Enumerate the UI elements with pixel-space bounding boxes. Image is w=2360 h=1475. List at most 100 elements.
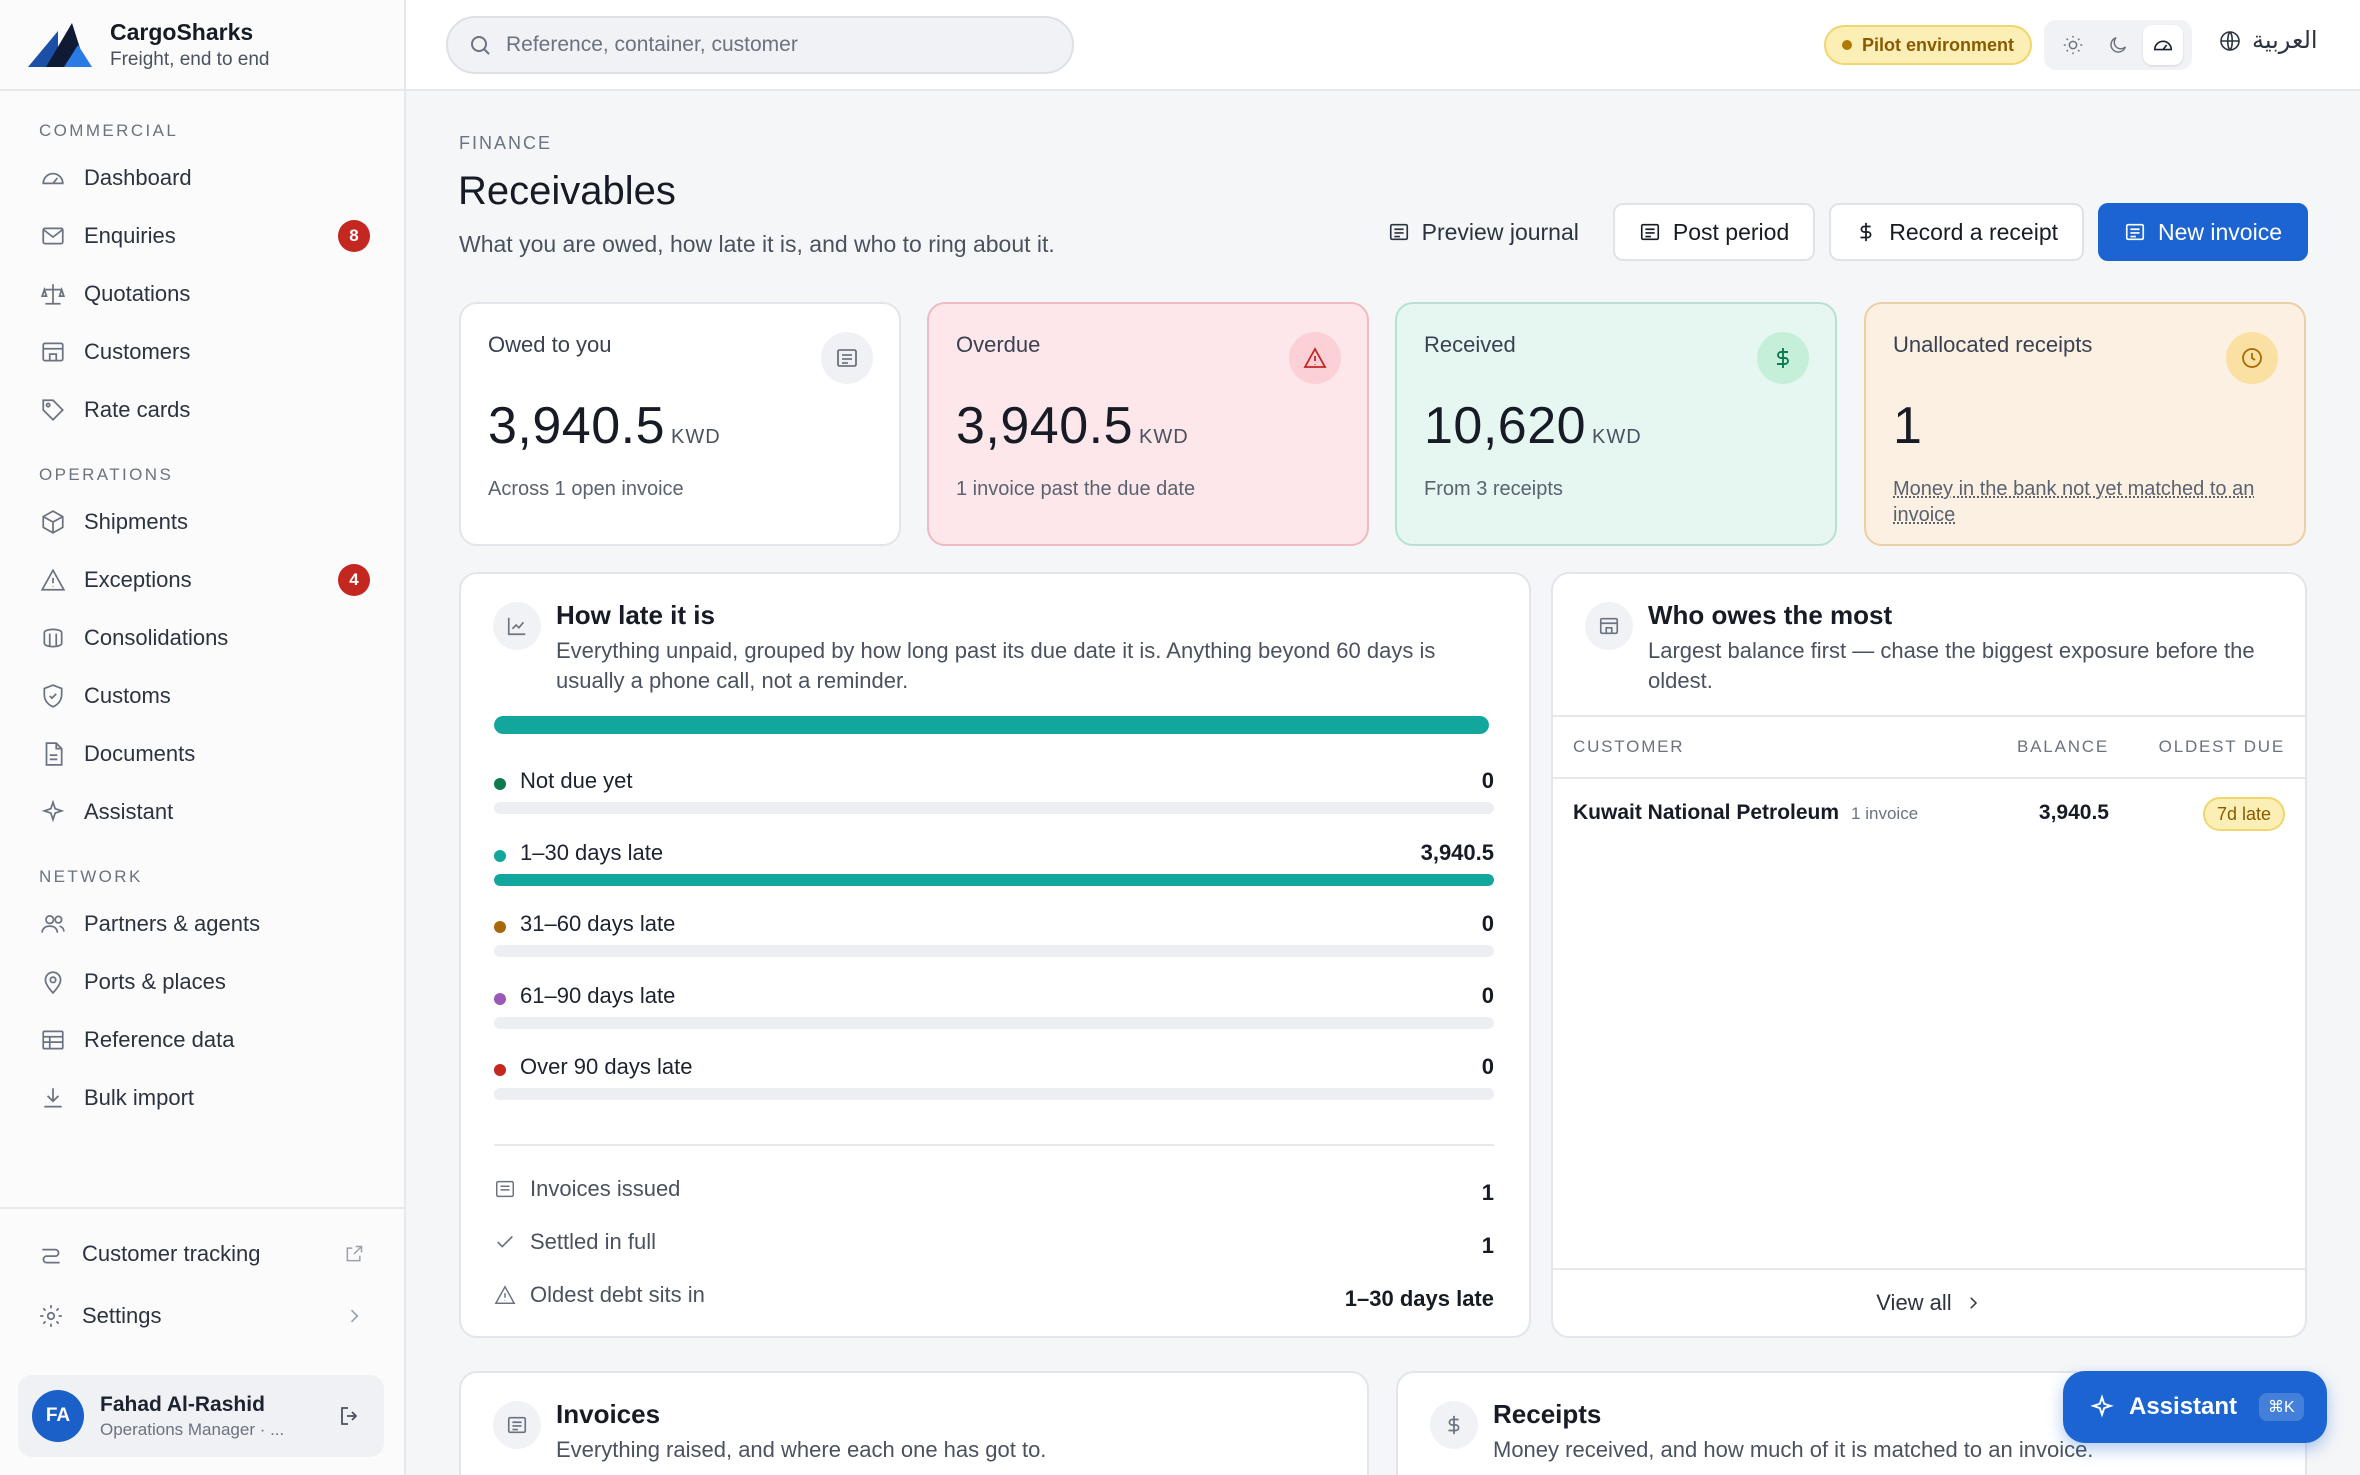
sidebar-item-settings[interactable]: Settings [0, 1285, 404, 1347]
brand[interactable]: CargoSharks Freight, end to end [0, 0, 404, 91]
language-label: العربية [2252, 27, 2318, 54]
kpi-label: Received [1424, 332, 1516, 357]
bucket-progress-track [494, 945, 1494, 957]
page-actions: Preview journal Post period Record a rec… [1354, 203, 2308, 261]
sidebar-item-label: Bulk import [84, 1085, 195, 1110]
download-icon [44, 1088, 62, 1108]
aging-bucket-row[interactable]: 1–30 days late 3,940.5 [494, 838, 1494, 898]
kpi-overdue-card[interactable]: Overdue 3,940.5 KWD 1 invoice past the du… [927, 302, 1369, 546]
button-label: Preview journal [1421, 218, 1579, 245]
aging-bucket-row[interactable]: Not due yet 0 [494, 766, 1494, 826]
light-theme-button[interactable] [2053, 25, 2093, 65]
dollar-icon [1448, 1415, 1460, 1435]
sidebar-item-label: Assistant [84, 799, 174, 824]
preview-journal-button[interactable]: Preview journal [1368, 203, 1599, 261]
customer-cell: Kuwait National Petroleum 1 invoice [1573, 801, 1919, 824]
bucket-progress-track [494, 802, 1494, 814]
table-header: CUSTOMER BALANCE OLDEST DUE [1553, 715, 2305, 779]
sidebar-item-rate-cards[interactable]: Rate cards [0, 381, 404, 439]
theme-switcher [2044, 20, 2192, 70]
bucket-label: 61–90 days late [520, 982, 676, 1008]
kpi-label: Unallocated receipts [1893, 332, 2093, 357]
stat-label: Settled in full [530, 1229, 656, 1254]
bucket-color-dot [494, 921, 506, 933]
kpi-unallocated-card[interactable]: Unallocated receipts 1 Money in the bank… [1864, 302, 2306, 546]
sidebar-item-customs[interactable]: Customs [0, 667, 404, 725]
bucket-label: 1–30 days late [520, 839, 664, 865]
bucket-progress-fill [494, 873, 1494, 886]
nav-section-network: NETWORK [39, 867, 143, 886]
post-period-button[interactable]: Post period [1612, 203, 1816, 261]
kpi-footnote-link[interactable]: Money in the bank not yet matched to an … [1893, 476, 2278, 528]
sidebar-item-assistant[interactable]: Assistant [0, 783, 404, 841]
chevron-right-icon [350, 1309, 359, 1323]
panel-icon-wrap [493, 602, 541, 650]
kpi-owed-card[interactable]: Owed to you 3,940.5 KWD Across 1 open inv… [459, 302, 901, 546]
aging-panel: How late it is Everything unpaid, groupe… [459, 572, 1531, 1338]
divider [494, 1144, 1494, 1146]
search-bar[interactable] [446, 16, 1074, 74]
kpi-received-card[interactable]: Received 10,620 KWD From 3 receipts [1395, 302, 1837, 546]
sparkle-icon [2090, 1394, 2114, 1418]
alert-triangle-icon [40, 568, 66, 591]
bucket-progress-track [494, 1088, 1494, 1100]
file-icon [45, 742, 63, 766]
sparkle-icon [41, 799, 65, 823]
sidebar-item-dashboard[interactable]: Dashboard [0, 149, 404, 207]
sidebar-item-quotations[interactable]: Quotations [0, 265, 404, 323]
users-icon [41, 915, 65, 933]
sidebar-item-label: Customs [84, 683, 171, 708]
search-icon [471, 36, 490, 55]
record-receipt-button[interactable]: Record a receipt [1829, 203, 2084, 261]
page-subtitle: What you are owed, how late it is, and w… [459, 231, 1055, 257]
sidebar-item-customer-tracking[interactable]: Customer tracking [0, 1223, 404, 1285]
view-all-label: View all [1876, 1290, 1952, 1315]
bucket-color-dot [494, 992, 506, 1005]
sidebar-item-shipments[interactable]: Shipments [0, 493, 404, 551]
aging-bucket-row[interactable]: Over 90 days late 0 [494, 1052, 1494, 1112]
search-input[interactable] [506, 33, 1026, 57]
language-switcher[interactable]: العربية [2218, 26, 2318, 55]
sidebar-item-customers[interactable]: Customers [0, 323, 404, 381]
table-row[interactable]: Kuwait National Petroleum 1 invoice 3,940… [1553, 779, 2305, 849]
new-invoice-button[interactable]: New invoice [2098, 203, 2308, 261]
status-dot [1842, 40, 1852, 50]
sidebar-item-consolidations[interactable]: Consolidations [0, 609, 404, 667]
column-header-customer[interactable]: CUSTOMER [1573, 737, 1684, 757]
bucket-value: 0 [1481, 768, 1494, 793]
chevron-right-icon [1969, 1297, 1977, 1309]
panel-description: Everything raised, and where each one ha… [556, 1437, 1047, 1462]
document-icon [837, 349, 857, 367]
moon-icon [2110, 36, 2127, 53]
sidebar-item-bulk-import[interactable]: Bulk import [0, 1069, 404, 1127]
sidebar-item-reference-data[interactable]: Reference data [0, 1011, 404, 1069]
assistant-fab-button[interactable]: Assistant ⌘K [2063, 1371, 2327, 1443]
bucket-label: 31–60 days late [520, 911, 676, 936]
topbar: Pilot environment العربية [406, 0, 2360, 91]
dark-theme-button[interactable] [2098, 25, 2138, 65]
kpi-footnote: From 3 receipts [1424, 478, 1563, 500]
aging-bucket-row[interactable]: 61–90 days late 0 [494, 981, 1494, 1041]
sidebar-item-enquiries[interactable]: Enquiries 8 [0, 207, 404, 265]
logout-icon[interactable] [338, 1404, 362, 1428]
system-theme-button[interactable] [2143, 25, 2184, 65]
trend-chart-icon [507, 617, 526, 636]
column-header-oldest-due[interactable]: OLDEST DUE [2159, 737, 2285, 757]
panel-title: Invoices [556, 1399, 661, 1429]
sidebar-item-ports[interactable]: Ports & places [0, 953, 404, 1011]
stat-value: 1 [1481, 1233, 1494, 1258]
bucket-progress-track [494, 873, 1494, 886]
user-card[interactable]: FA Fahad Al-Rashid Operations Manager · … [18, 1375, 384, 1457]
sidebar-item-exceptions[interactable]: Exceptions 4 [0, 551, 404, 609]
bucket-color-dot [494, 849, 506, 862]
view-all-link[interactable]: View all [1553, 1268, 2305, 1336]
sidebar-item-documents[interactable]: Documents [0, 725, 404, 783]
aging-bucket-row[interactable]: 31–60 days late 0 [494, 909, 1494, 969]
oldest-due-badge: 7d late [2202, 797, 2285, 831]
sidebar-item-label: Shipments [84, 509, 188, 534]
dollar-icon [1777, 348, 1789, 368]
sidebar-item-partners[interactable]: Partners & agents [0, 895, 404, 953]
column-header-balance[interactable]: BALANCE [2017, 737, 2109, 757]
gauge-icon [2154, 40, 2173, 51]
kpi-value: 3,940.5 KWD [956, 397, 1189, 455]
